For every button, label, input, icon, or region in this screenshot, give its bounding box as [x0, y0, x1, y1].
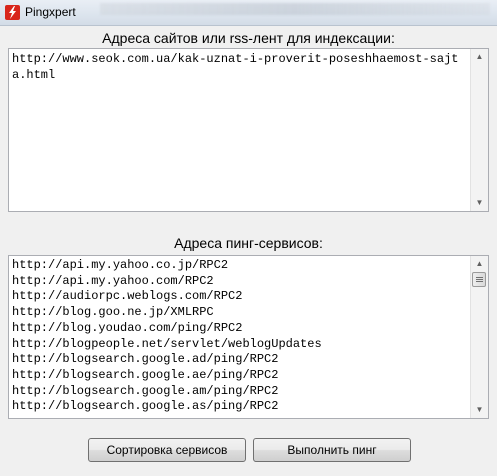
sites-scrollbar[interactable]: ▲ ▼	[470, 49, 488, 211]
services-scrollbar[interactable]: ▲ ▼	[470, 256, 488, 418]
scroll-down-icon[interactable]: ▼	[471, 402, 488, 418]
scroll-down-icon[interactable]: ▼	[471, 195, 488, 211]
sort-services-button[interactable]: Сортировка сервисов	[88, 438, 246, 462]
scroll-up-icon[interactable]: ▲	[471, 256, 488, 272]
service-item: http://blog.goo.ne.jp/XMLRPC	[12, 305, 214, 320]
scroll-up-icon[interactable]: ▲	[471, 49, 488, 65]
run-ping-button[interactable]: Выполнить пинг	[253, 438, 411, 462]
services-list: http://api.my.yahoo.co.jp/RPC2 http://api…	[12, 258, 468, 415]
service-item: http://blogpeople.net/servlet/weblogUpda…	[12, 336, 322, 351]
service-item: http://blogsearch.google.am/ping/RPC2	[12, 383, 279, 398]
services-label: Адреса пинг-сервисов:	[174, 235, 323, 251]
service-item: http://blogsearch.google.as/ping/RPC2	[12, 399, 279, 414]
lightning-icon	[5, 5, 20, 20]
title-bar: Pingxpert	[0, 0, 497, 26]
service-item: http://blogsearch.google.ad/ping/RPC2	[12, 352, 279, 367]
service-item: http://blog.youdao.com/ping/RPC2	[12, 320, 243, 335]
service-item: http://blogsearch.google.ae/ping/RPC2	[12, 367, 279, 382]
blurred-background	[100, 3, 490, 15]
service-item: http://audiorpc.weblogs.com/RPC2	[12, 289, 243, 304]
sites-label: Адреса сайтов или rss-лент для индексаци…	[102, 30, 395, 46]
window-title: Pingxpert	[25, 5, 76, 19]
service-item: http://api.my.yahoo.co.jp/RPC2	[12, 258, 229, 272]
service-item: http://api.my.yahoo.com/RPC2	[12, 273, 214, 288]
scroll-thumb[interactable]	[472, 272, 486, 287]
sites-textarea[interactable]: http://www.seok.com.ua/kak-uznat-i-prove…	[8, 48, 489, 212]
services-textarea[interactable]: http://api.my.yahoo.co.jp/RPC2 http://api…	[8, 255, 489, 419]
sites-text: http://www.seok.com.ua/kak-uznat-i-prove…	[12, 52, 459, 82]
